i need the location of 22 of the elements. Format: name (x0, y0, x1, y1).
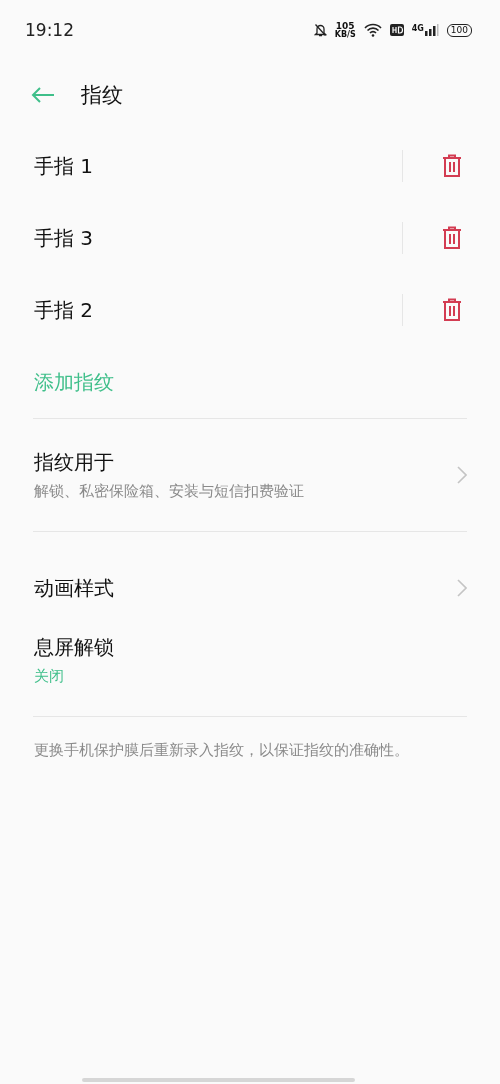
page-title: 指纹 (81, 82, 123, 109)
setting-title[interactable]: 动画样式 (34, 574, 457, 602)
setting-value: 关闭 (34, 667, 65, 686)
delete-icon[interactable] (442, 154, 462, 178)
network-speed: 105 KB/S (334, 21, 356, 39)
wifi-icon (363, 23, 382, 37)
cellular-signal: 4G (411, 24, 439, 36)
battery-level: 100 (446, 23, 472, 37)
chevron-right-icon (457, 579, 467, 597)
fingerprint-name[interactable]: 手指 3 (34, 224, 402, 252)
chevron-right-icon (457, 466, 467, 484)
note-text: 更换手机保护膜后重新录入指纹，以保证指纹的准确性。 (34, 741, 410, 760)
setting-title[interactable]: 息屏解锁 (34, 634, 467, 661)
setting-title[interactable]: 指纹用于 (34, 449, 457, 476)
hd-icon (389, 24, 404, 36)
bell-off-icon (313, 23, 327, 37)
delete-icon[interactable] (442, 226, 462, 250)
fingerprint-name[interactable]: 手指 2 (34, 296, 402, 324)
delete-icon[interactable] (442, 298, 462, 322)
status-time: 19:12 (25, 20, 74, 40)
fingerprint-name[interactable]: 手指 1 (34, 152, 402, 180)
setting-description: 解锁、私密保险箱、安装与短信扣费验证 (34, 482, 305, 501)
